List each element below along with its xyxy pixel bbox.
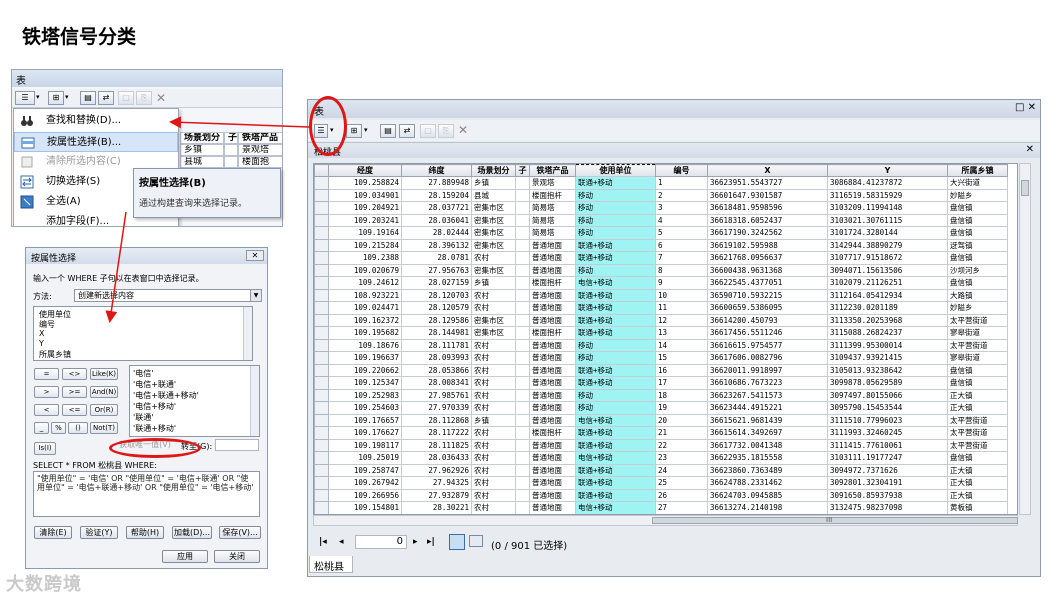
annotation-arrow (169, 116, 310, 129)
annotation-arrow (105, 211, 127, 323)
watermark: 大数跨境 (6, 574, 82, 595)
annotation-arrows (105, 116, 310, 323)
